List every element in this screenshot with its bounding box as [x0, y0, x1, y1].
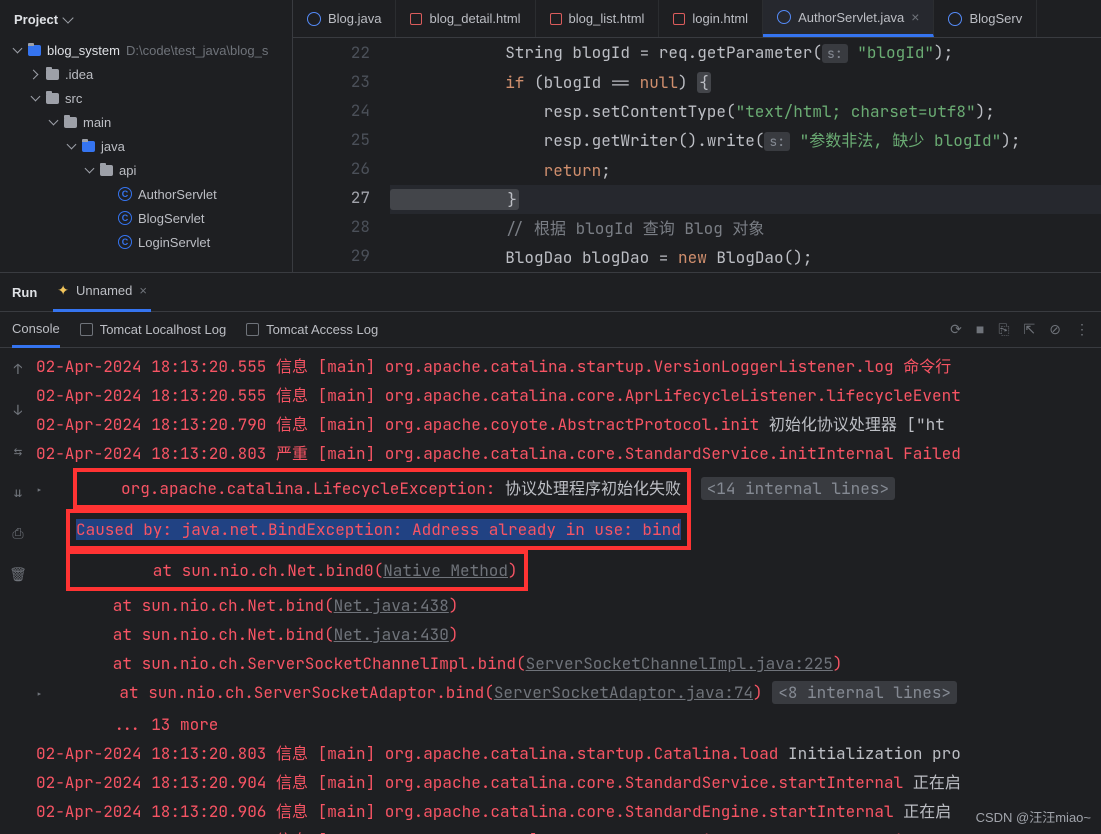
tree-label: BlogServlet — [138, 211, 204, 226]
rerun-icon[interactable]: ⟳ — [950, 321, 962, 338]
tree-label: .idea — [65, 67, 93, 82]
code-editor[interactable]: 2223242526272829 String blogId = req.get… — [293, 38, 1101, 272]
log-icon — [80, 323, 93, 336]
scroll-down-icon[interactable]: ↓ — [14, 397, 22, 426]
tab-author-servlet[interactable]: AuthorServlet.java× — [763, 0, 934, 37]
project-sidebar: Project blog_system D:\code\test_java\bl… — [0, 0, 293, 272]
twist-icon[interactable] — [66, 141, 76, 151]
project-header[interactable]: Project — [0, 0, 292, 38]
tree-row[interactable]: api — [0, 158, 292, 182]
tree-row[interactable]: main — [0, 110, 292, 134]
tree-label: java — [101, 139, 125, 154]
tree-label: api — [119, 163, 136, 178]
close-icon[interactable]: × — [911, 9, 919, 25]
camera-icon[interactable]: ⎘ — [998, 321, 1009, 338]
twist-icon[interactable] — [48, 117, 58, 127]
project-label: Project — [14, 12, 58, 27]
class-icon: C — [118, 235, 132, 249]
tree-row[interactable]: .idea — [0, 62, 292, 86]
watermark: CSDN @汪汪miao~ — [976, 807, 1091, 826]
export-icon[interactable]: ⇱ — [1024, 321, 1036, 338]
java-icon — [307, 12, 321, 26]
close-icon[interactable]: × — [139, 283, 147, 298]
tree-root[interactable]: blog_system D:\code\test_java\blog_s — [0, 38, 292, 62]
tree-row[interactable]: java — [0, 134, 292, 158]
html-icon — [673, 13, 685, 25]
editor-pane: Blog.java blog_detail.html blog_list.htm… — [293, 0, 1101, 272]
tab-blog-detail[interactable]: blog_detail.html — [396, 0, 535, 37]
scroll-up-icon[interactable]: ↑ — [14, 356, 22, 385]
html-icon — [550, 13, 562, 25]
run-toolwindow-header: Run ✦ Unnamed × — [0, 272, 1101, 312]
console-output: ↑ ↓ ⇆ ⇊ ⎙ 🗑 02-Apr-2024 18:13:20.555 信息 … — [0, 348, 1101, 834]
tab-tomcat-localhost[interactable]: Tomcat Localhost Log — [80, 312, 226, 348]
java-icon — [777, 10, 791, 24]
run-config-tab[interactable]: ✦ Unnamed × — [53, 272, 151, 312]
tree-file[interactable]: C AuthorServlet — [0, 182, 292, 206]
tab-console[interactable]: Console — [12, 312, 60, 348]
twist-icon[interactable] — [84, 165, 94, 175]
soft-wrap-icon[interactable]: ⇆ — [14, 438, 22, 467]
console-gutter: ↑ ↓ ⇆ ⇊ ⎙ 🗑 — [0, 348, 36, 834]
tree-label: main — [83, 115, 111, 130]
bug-icon: ✦ — [57, 282, 69, 299]
console-toolbar: ⟳ ■ ⎘ ⇱ ⊘ ⋮ — [950, 321, 1089, 338]
print-icon[interactable]: ⎙ — [12, 520, 23, 549]
code-lines[interactable]: String blogId = req.getParameter(s: "blo… — [390, 38, 1101, 272]
tree-label: src — [65, 91, 82, 106]
html-icon — [410, 13, 422, 25]
twist-icon[interactable] — [30, 93, 40, 103]
clear-icon[interactable]: ⊘ — [1049, 321, 1061, 338]
console-log[interactable]: 02-Apr-2024 18:13:20.555 信息 [main] org.a… — [36, 348, 1101, 834]
tab-blog-list[interactable]: blog_list.html — [536, 0, 660, 37]
tree-file[interactable]: C LoginServlet — [0, 230, 292, 254]
folder-icon — [64, 117, 77, 128]
tab-tomcat-access[interactable]: Tomcat Access Log — [246, 312, 378, 348]
file-tree[interactable]: blog_system D:\code\test_java\blog_s .id… — [0, 38, 292, 272]
tree-label: LoginServlet — [138, 235, 210, 250]
log-icon — [246, 323, 259, 336]
tree-file[interactable]: C BlogServlet — [0, 206, 292, 230]
tab-login[interactable]: login.html — [659, 0, 763, 37]
chevron-down-icon — [62, 12, 73, 23]
class-icon: C — [118, 211, 132, 225]
trash-icon[interactable]: 🗑 — [9, 561, 27, 590]
package-icon — [100, 165, 113, 176]
twist-icon[interactable] — [12, 45, 22, 55]
scroll-end-icon[interactable]: ⇊ — [14, 479, 22, 508]
folder-icon — [28, 45, 41, 56]
expand-icon[interactable]: ▸ — [36, 688, 43, 702]
tree-label: blog_system — [47, 43, 120, 58]
twist-icon[interactable] — [30, 69, 40, 79]
gutter: 2223242526272829 — [293, 38, 390, 272]
stop-icon[interactable]: ■ — [976, 321, 984, 338]
folder-icon — [46, 69, 59, 80]
tree-label: AuthorServlet — [138, 187, 217, 202]
run-label[interactable]: Run — [12, 285, 37, 300]
folder-icon — [46, 93, 59, 104]
tab-blog-serv[interactable]: BlogServ — [934, 0, 1037, 37]
editor-tabs: Blog.java blog_detail.html blog_list.htm… — [293, 0, 1101, 38]
folder-icon — [82, 141, 95, 152]
tree-path: D:\code\test_java\blog_s — [126, 43, 268, 58]
expand-icon[interactable]: ▸ — [36, 484, 43, 498]
tree-row[interactable]: src — [0, 86, 292, 110]
console-tabs: Console Tomcat Localhost Log Tomcat Acce… — [0, 312, 1101, 348]
class-icon: C — [118, 187, 132, 201]
more-icon[interactable]: ⋮ — [1075, 321, 1089, 338]
tab-blog-java[interactable]: Blog.java — [293, 0, 396, 37]
java-icon — [948, 12, 962, 26]
